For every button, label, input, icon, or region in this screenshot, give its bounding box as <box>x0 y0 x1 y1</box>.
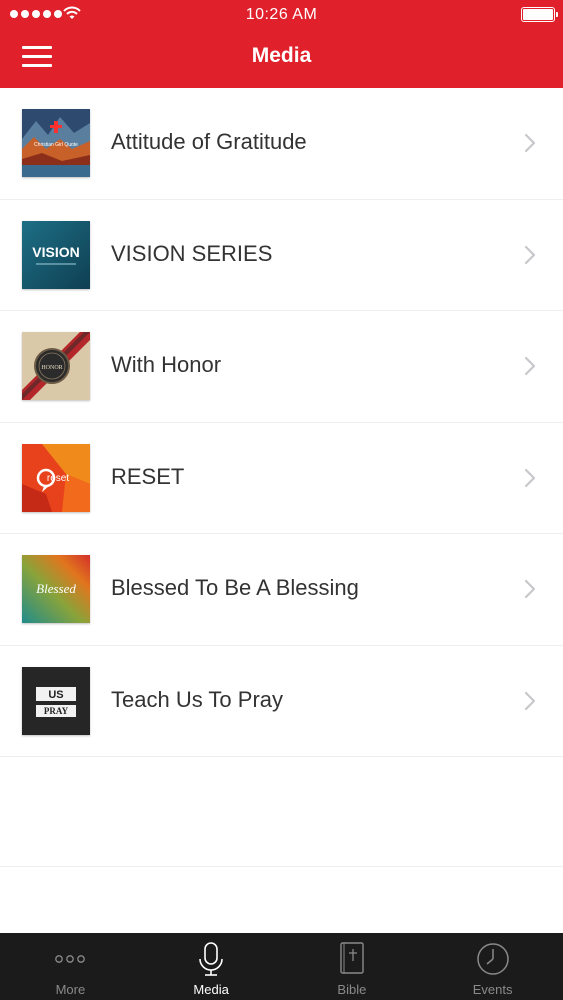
media-row-blessed-to-be-a-blessing[interactable]: Blessed Blessed To Be A Blessing <box>0 534 563 646</box>
media-row-teach-us-to-pray[interactable]: US PRAY Teach Us To Pray <box>0 646 563 757</box>
chevron-right-icon <box>524 356 536 376</box>
chevron-right-icon <box>524 691 536 710</box>
tab-label: Media <box>193 982 229 997</box>
media-thumbnail: Blessed <box>22 555 90 623</box>
clock-icon <box>476 943 509 975</box>
svg-text:reset: reset <box>47 473 69 484</box>
status-time: 10:26 AM <box>245 6 318 23</box>
microphone-icon <box>199 942 223 976</box>
chevron-right-icon <box>524 468 536 487</box>
tab-label: Bible <box>337 982 367 997</box>
media-title: Blessed To Be A Blessing <box>111 575 359 600</box>
media-row-attitude-of-gratitude[interactable]: Christian Girl Quote Attitude of Gratitu… <box>0 88 563 200</box>
media-thumbnail: VISION <box>22 220 90 289</box>
status-bar: 10:26 AM <box>0 0 563 30</box>
media-list: Christian Girl Quote Attitude of Gratitu… <box>0 88 563 757</box>
media-title: Teach Us To Pray <box>111 686 284 712</box>
chevron-right-icon <box>524 133 536 153</box>
list-bottom-divider <box>0 866 563 867</box>
navigation-bar: Media <box>0 30 563 88</box>
media-thumbnail: reset <box>22 443 90 512</box>
page-title: Media <box>251 44 312 67</box>
tab-more[interactable]: More <box>0 933 141 1000</box>
app-header: 10:26 AM Media <box>0 0 563 88</box>
svg-text:PRAY: PRAY <box>44 706 69 716</box>
svg-text:Blessed: Blessed <box>36 581 76 596</box>
svg-text:VISION: VISION <box>32 244 79 260</box>
tab-bible[interactable]: Bible <box>282 933 423 1000</box>
chevron-right-icon <box>524 245 536 264</box>
media-title: RESET <box>111 463 185 489</box>
media-title: With Honor <box>111 352 222 377</box>
tab-events[interactable]: Events <box>422 933 563 1000</box>
media-thumbnail: HONOR <box>22 332 90 400</box>
svg-text:US: US <box>48 689 63 701</box>
tab-media[interactable]: Media <box>141 933 282 1000</box>
media-title: Attitude of Gratitude <box>111 129 307 154</box>
tab-bar: More Media Bible Events <box>0 933 563 1000</box>
media-row-reset[interactable]: reset RESET <box>0 423 563 534</box>
more-dots-icon <box>55 955 86 963</box>
media-row-vision-series[interactable]: VISION VISION SERIES <box>0 200 563 311</box>
media-thumbnail: Christian Girl Quote <box>22 109 90 177</box>
tab-label: Events <box>472 982 513 997</box>
media-thumbnail: US PRAY <box>22 666 90 735</box>
tab-label: More <box>55 982 86 997</box>
chevron-right-icon <box>524 579 536 599</box>
svg-text:Christian Girl Quote: Christian Girl Quote <box>34 142 78 148</box>
battery-icon <box>521 7 558 22</box>
svg-text:HONOR: HONOR <box>41 365 62 371</box>
media-row-with-honor[interactable]: HONOR With Honor <box>0 311 563 423</box>
bible-book-icon <box>340 942 364 974</box>
media-title: VISION SERIES <box>111 240 273 266</box>
